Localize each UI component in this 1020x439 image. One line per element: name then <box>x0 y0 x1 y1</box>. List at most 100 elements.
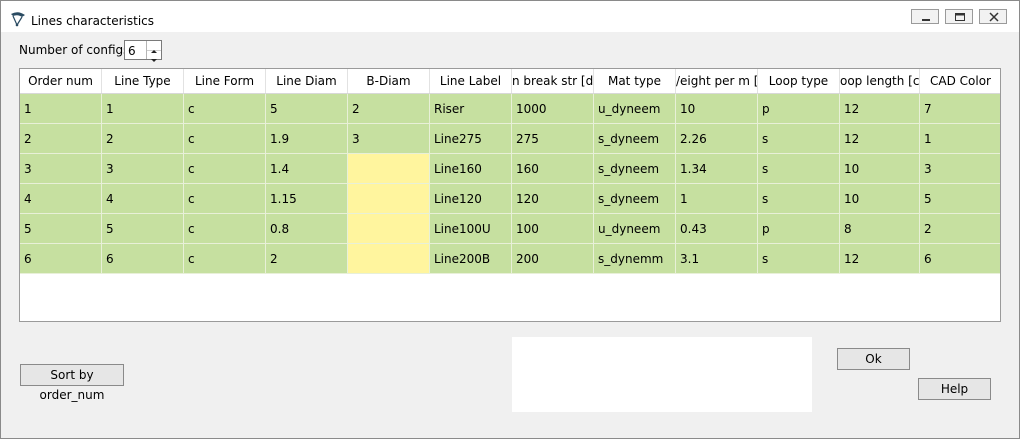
table-cell[interactable]: 275 <box>512 124 594 154</box>
column-header[interactable]: Line Type <box>102 69 184 93</box>
table-cell[interactable]: p <box>758 94 840 124</box>
table-cell[interactable]: c <box>184 244 266 274</box>
table-cell[interactable]: 3 <box>20 154 102 184</box>
table-cell[interactable]: 3 <box>348 124 430 154</box>
title-bar[interactable]: Lines characteristics <box>1 1 1019 32</box>
maximize-button[interactable] <box>945 9 973 24</box>
table-cell[interactable]: 2 <box>20 124 102 154</box>
table-cell[interactable]: 6 <box>920 244 1000 274</box>
table-cell[interactable]: Line200B <box>430 244 512 274</box>
column-header[interactable]: n break str [da <box>512 69 594 93</box>
table-cell[interactable]: 0.43 <box>676 214 758 244</box>
table-cell[interactable]: 1.15 <box>266 184 348 214</box>
column-header[interactable]: Order num <box>20 69 102 93</box>
table-cell[interactable]: c <box>184 154 266 184</box>
table-cell[interactable]: s <box>758 154 840 184</box>
table-cell[interactable]: 5 <box>920 184 1000 214</box>
table-cell[interactable]: c <box>184 94 266 124</box>
table-cell[interactable]: 0.8 <box>266 214 348 244</box>
table-cell[interactable]: Line160 <box>430 154 512 184</box>
table-cell[interactable]: s_dynemm <box>594 244 676 274</box>
table-cell[interactable]: 12 <box>840 124 920 154</box>
table-row[interactable]: 4 4 c 1.15 Line120 120 s_dyneem 1 s 10 5 <box>20 184 1000 214</box>
table-cell[interactable]: 1.9 <box>266 124 348 154</box>
configs-value[interactable]: 6 <box>128 44 136 58</box>
table-cell[interactable]: c <box>184 214 266 244</box>
table-row[interactable]: 3 3 c 1.4 Line160 160 s_dyneem 1.34 s 10 3 <box>20 154 1000 184</box>
table-cell[interactable] <box>348 184 430 214</box>
table-cell[interactable]: c <box>184 124 266 154</box>
table-cell[interactable]: 4 <box>102 184 184 214</box>
table-cell[interactable]: Line100U <box>430 214 512 244</box>
table-cell[interactable]: 3 <box>102 154 184 184</box>
column-header[interactable]: Mat type <box>594 69 676 93</box>
table-cell[interactable]: 7 <box>920 94 1000 124</box>
column-header[interactable]: Line Form <box>184 69 266 93</box>
table-cell[interactable]: 200 <box>512 244 594 274</box>
sort-by-order-num-button[interactable]: Sort by order_num <box>20 364 124 402</box>
table-cell[interactable]: s <box>758 124 840 154</box>
table-cell[interactable] <box>348 154 430 184</box>
lines-table[interactable]: Order num Line Type Line Form Line Diam B-Di… <box>19 68 1001 322</box>
table-cell[interactable]: 10 <box>840 184 920 214</box>
table-cell[interactable]: 2 <box>102 124 184 154</box>
table-cell[interactable]: s <box>758 244 840 274</box>
table-cell[interactable]: 1000 <box>512 94 594 124</box>
table-cell[interactable]: Riser <box>430 94 512 124</box>
table-cell[interactable]: 6 <box>20 244 102 274</box>
column-header[interactable]: Line Label <box>430 69 512 93</box>
table-cell[interactable]: 5 <box>266 94 348 124</box>
help-button[interactable]: Help <box>918 378 991 400</box>
table-cell[interactable]: 10 <box>840 154 920 184</box>
table-row[interactable]: 2 2 c 1.9 3 Line275 275 s_dyneem 2.26 s 12 1 <box>20 124 1000 154</box>
table-cell[interactable]: 160 <box>512 154 594 184</box>
table-cell[interactable]: 2 <box>266 244 348 274</box>
table-cell[interactable]: s_dyneem <box>594 124 676 154</box>
minimize-button[interactable] <box>911 9 939 24</box>
table-cell[interactable]: 1.34 <box>676 154 758 184</box>
table-cell[interactable]: 10 <box>676 94 758 124</box>
table-cell[interactable]: u_dyneem <box>594 214 676 244</box>
table-cell[interactable]: 120 <box>512 184 594 214</box>
table-cell[interactable]: 3.1 <box>676 244 758 274</box>
table-cell[interactable]: p <box>758 214 840 244</box>
table-cell[interactable]: s_dyneem <box>594 184 676 214</box>
table-cell[interactable]: 1 <box>20 94 102 124</box>
table-cell[interactable]: Line120 <box>430 184 512 214</box>
table-cell[interactable]: 1.4 <box>266 154 348 184</box>
number-of-configs-spinbox[interactable]: 6 <box>124 40 162 62</box>
table-row[interactable]: 1 1 c 5 2 Riser 1000 u_dyneem 10 p 12 7 <box>20 94 1000 124</box>
column-header[interactable]: CAD Color <box>920 69 1000 93</box>
table-cell[interactable]: s <box>758 184 840 214</box>
table-cell[interactable]: 1 <box>920 124 1000 154</box>
table-cell[interactable]: s_dyneem <box>594 154 676 184</box>
table-cell[interactable]: 8 <box>840 214 920 244</box>
column-header[interactable]: Line Diam <box>266 69 348 93</box>
column-header[interactable]: /eight per m [g <box>676 69 758 93</box>
table-row[interactable]: 6 6 c 2 Line200B 200 s_dynemm 3.1 s 12 6 <box>20 244 1000 274</box>
table-cell[interactable]: 2 <box>920 214 1000 244</box>
table-cell[interactable]: 1 <box>102 94 184 124</box>
table-row[interactable]: 5 5 c 0.8 Line100U 100 u_dyneem 0.43 p 8 2 <box>20 214 1000 244</box>
ok-button[interactable]: Ok <box>837 348 910 370</box>
table-cell[interactable]: 2 <box>348 94 430 124</box>
table-cell[interactable]: 5 <box>20 214 102 244</box>
table-cell[interactable]: u_dyneem <box>594 94 676 124</box>
column-header[interactable]: oop length [cn <box>840 69 920 93</box>
table-cell[interactable]: 4 <box>20 184 102 214</box>
table-cell[interactable]: 2.26 <box>676 124 758 154</box>
table-cell[interactable]: 12 <box>840 244 920 274</box>
table-cell[interactable]: Line275 <box>430 124 512 154</box>
spin-down-button[interactable] <box>147 50 161 62</box>
table-cell[interactable]: 100 <box>512 214 594 244</box>
table-cell[interactable]: 5 <box>102 214 184 244</box>
column-header[interactable]: B-Diam <box>348 69 430 93</box>
table-cell[interactable]: 6 <box>102 244 184 274</box>
table-cell[interactable] <box>348 244 430 274</box>
table-cell[interactable]: 3 <box>920 154 1000 184</box>
table-cell[interactable] <box>348 214 430 244</box>
table-cell[interactable]: c <box>184 184 266 214</box>
column-header[interactable]: Loop type <box>758 69 840 93</box>
table-cell[interactable]: 12 <box>840 94 920 124</box>
table-cell[interactable]: 1 <box>676 184 758 214</box>
